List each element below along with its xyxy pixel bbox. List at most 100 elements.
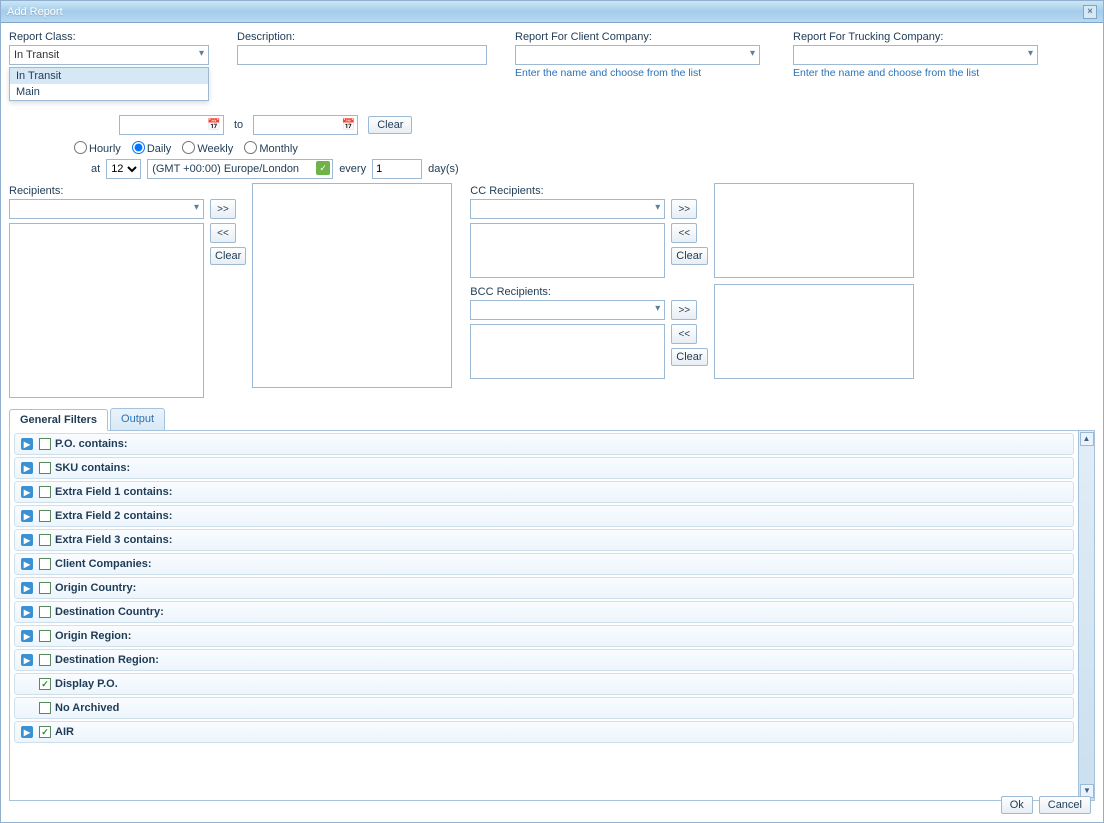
clear-dates-button[interactable]: Clear <box>368 116 412 134</box>
cc-remove-button[interactable]: << <box>671 223 697 243</box>
tab-output[interactable]: Output <box>110 408 165 430</box>
bcc-remove-button[interactable]: << <box>671 324 697 344</box>
expand-icon[interactable]: ▶ <box>21 486 33 498</box>
to-label: to <box>234 119 243 131</box>
filter-row[interactable]: ▶ Extra Field 1 contains: <box>14 481 1074 503</box>
freq-monthly[interactable]: Monthly <box>244 143 298 155</box>
filter-label: Origin Region: <box>55 630 131 642</box>
filter-checkbox[interactable] <box>39 486 51 498</box>
filter-row[interactable]: ▶ Client Companies: <box>14 553 1074 575</box>
filter-label: SKU contains: <box>55 462 130 474</box>
bcc-recipients-list[interactable] <box>470 324 665 379</box>
filter-checkbox[interactable] <box>39 558 51 570</box>
cancel-button[interactable]: Cancel <box>1039 796 1091 814</box>
cc-selected-list[interactable] <box>714 183 914 278</box>
filter-row[interactable]: ▶ SKU contains: <box>14 457 1074 479</box>
trucking-company-combo[interactable] <box>793 45 1038 65</box>
filter-label: Display P.O. <box>55 678 118 690</box>
client-company-label: Report For Client Company: <box>515 31 775 43</box>
cc-recipients-list[interactable] <box>470 223 665 278</box>
bcc-add-button[interactable]: >> <box>671 300 697 320</box>
recipients-clear-button[interactable]: Clear <box>210 247 246 265</box>
filter-label: Extra Field 3 contains: <box>55 534 172 546</box>
at-hour-select[interactable]: 12 <box>106 159 141 179</box>
recipients-selected-list[interactable] <box>252 183 452 388</box>
every-label: every <box>339 163 366 175</box>
filter-checkbox[interactable] <box>39 630 51 642</box>
filter-checkbox[interactable] <box>39 510 51 522</box>
expand-icon[interactable]: ▶ <box>21 630 33 642</box>
filter-checkbox[interactable] <box>39 702 51 714</box>
recipients-list[interactable] <box>9 223 204 398</box>
filter-checkbox[interactable] <box>39 726 51 738</box>
filter-row[interactable]: ▶Origin Country: <box>14 577 1074 599</box>
expand-icon[interactable]: ▶ <box>21 606 33 618</box>
add-report-window: Add Report × Report Class: In Transit In… <box>0 0 1104 823</box>
scroll-up-icon[interactable]: ▲ <box>1080 432 1094 446</box>
filter-label: Destination Region: <box>55 654 159 666</box>
report-class-option-intransit[interactable]: In Transit <box>10 68 208 84</box>
filter-row[interactable]: Display P.O. <box>14 673 1074 695</box>
filter-row[interactable]: ▶ Origin Region: <box>14 625 1074 647</box>
filter-checkbox[interactable] <box>39 534 51 546</box>
expand-icon[interactable]: ▶ <box>21 510 33 522</box>
expand-icon[interactable]: ▶ <box>21 558 33 570</box>
filter-row[interactable]: ▶Extra Field 2 contains: <box>14 505 1074 527</box>
client-company-hint: Enter the name and choose from the list <box>515 67 775 79</box>
report-class-label: Report Class: <box>9 31 219 43</box>
report-class-option-main[interactable]: Main <box>10 84 208 100</box>
scrollbar[interactable]: ▲ ▼ <box>1078 431 1094 800</box>
filter-label: AIR <box>55 726 74 738</box>
ok-button[interactable]: Ok <box>1001 796 1033 814</box>
expand-icon[interactable]: ▶ <box>21 726 33 738</box>
date-from-input[interactable] <box>119 115 224 135</box>
filter-checkbox[interactable] <box>39 462 51 474</box>
bcc-selected-list[interactable] <box>714 284 914 379</box>
filter-label: Extra Field 1 contains: <box>55 486 172 498</box>
filter-checkbox[interactable] <box>39 678 51 690</box>
description-input[interactable] <box>237 45 487 65</box>
recipients-remove-button[interactable]: << <box>210 223 236 243</box>
bcc-clear-button[interactable]: Clear <box>671 348 707 366</box>
recipients-combo[interactable] <box>9 199 204 219</box>
tabs: General Filters Output <box>9 408 1095 431</box>
report-class-dropdown[interactable]: In Transit Main <box>9 67 209 101</box>
filter-label: Client Companies: <box>55 558 152 570</box>
filter-row[interactable]: No Archived <box>14 697 1074 719</box>
date-to-input[interactable] <box>253 115 358 135</box>
filter-checkbox[interactable] <box>39 438 51 450</box>
tab-general-filters[interactable]: General Filters <box>9 409 108 431</box>
filter-checkbox[interactable] <box>39 606 51 618</box>
filter-row[interactable]: ▶ Destination Country: <box>14 601 1074 623</box>
expand-icon[interactable]: ▶ <box>21 534 33 546</box>
filter-row[interactable]: ▶ AIR <box>14 721 1074 743</box>
filter-row[interactable]: ▶ Destination Region: <box>14 649 1074 671</box>
expand-icon[interactable]: ▶ <box>21 462 33 474</box>
freq-weekly[interactable]: Weekly <box>182 143 233 155</box>
expand-icon[interactable]: ▶ <box>21 654 33 666</box>
client-company-combo[interactable] <box>515 45 760 65</box>
filter-checkbox[interactable] <box>39 582 51 594</box>
bcc-recipients-combo[interactable] <box>470 300 665 320</box>
expand-icon[interactable]: ▶ <box>21 438 33 450</box>
filter-pane: ▶P.O. contains:▶SKU contains:▶Extra Fiel… <box>9 431 1095 801</box>
recipients-add-button[interactable]: >> <box>210 199 236 219</box>
filter-label: No Archived <box>55 702 119 714</box>
close-icon[interactable]: × <box>1083 5 1097 19</box>
titlebar: Add Report × <box>1 1 1103 23</box>
timezone-select[interactable]: (GMT +00:00) Europe/London <box>147 159 333 179</box>
cc-clear-button[interactable]: Clear <box>671 247 707 265</box>
filter-label: Destination Country: <box>55 606 164 618</box>
cc-add-button[interactable]: >> <box>671 199 697 219</box>
filter-row[interactable]: ▶ Extra Field 3 contains: <box>14 529 1074 551</box>
filter-checkbox[interactable] <box>39 654 51 666</box>
freq-hourly[interactable]: Hourly <box>74 143 121 155</box>
cc-recipients-combo[interactable] <box>470 199 665 219</box>
at-label: at <box>91 163 100 175</box>
filter-row[interactable]: ▶P.O. contains: <box>14 433 1074 455</box>
report-class-combo[interactable]: In Transit <box>9 45 209 65</box>
freq-daily[interactable]: Daily <box>132 143 171 155</box>
expand-icon[interactable]: ▶ <box>21 582 33 594</box>
window-title: Add Report <box>7 6 63 18</box>
every-value-input[interactable] <box>372 159 422 179</box>
